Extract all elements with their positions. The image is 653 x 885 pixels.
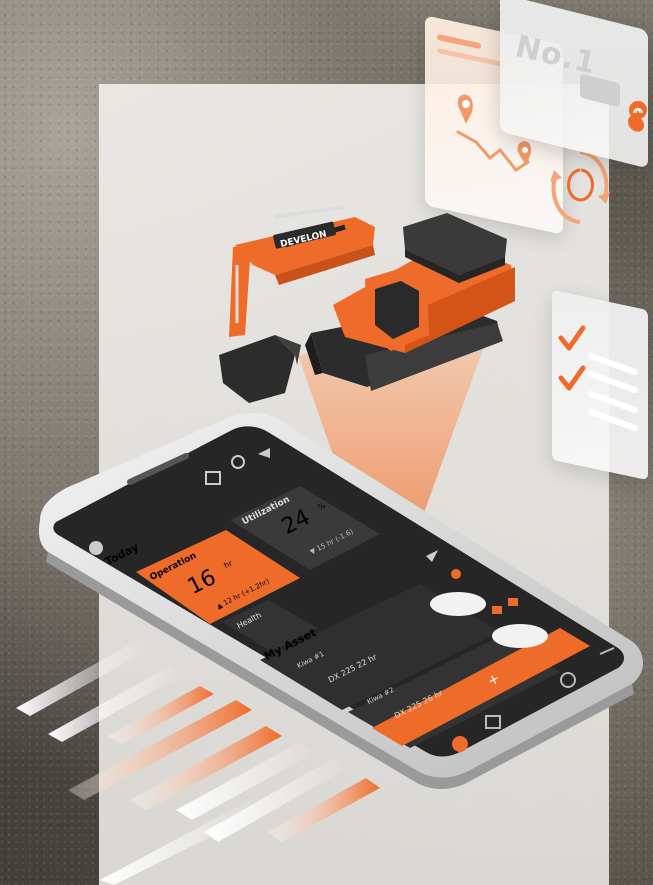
settings-tab-icon <box>560 672 576 688</box>
filter-icon <box>426 550 438 562</box>
avatar-icon <box>89 541 103 555</box>
store-icon <box>205 471 221 485</box>
machine-icon <box>492 624 548 648</box>
bell-icon <box>258 448 270 458</box>
app-screen <box>89 448 615 752</box>
list-tab-icon <box>485 715 501 729</box>
home-tab-icon <box>452 736 468 752</box>
machine-icon <box>430 592 486 616</box>
globe-icon <box>231 455 245 469</box>
menu-icon <box>599 647 615 655</box>
